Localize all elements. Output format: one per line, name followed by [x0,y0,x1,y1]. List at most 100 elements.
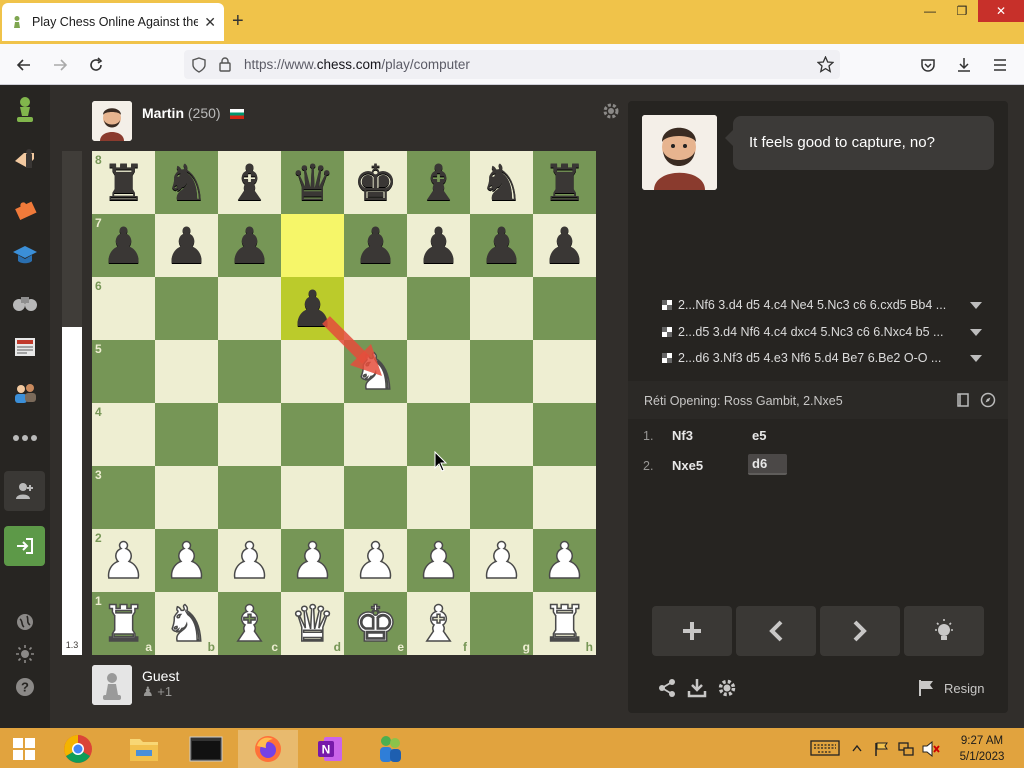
square-g4[interactable] [470,403,533,466]
news-icon[interactable] [10,332,40,362]
square-d8[interactable]: ♛ [281,151,344,214]
firefox-taskbar-icon[interactable] [238,730,298,768]
square-a7[interactable]: 7 ♟ [92,214,155,277]
suggestion-line-2[interactable]: 2...d5 3.d4 Nf6 4.c4 dxc4 5.Nc3 c6 6.Nxc… [662,321,982,343]
white-pawn-icon[interactable]: ♟ [218,529,281,592]
square-f6[interactable] [407,277,470,340]
square-b2[interactable]: ♟ [155,529,218,592]
social-people-icon[interactable] [10,378,40,408]
square-b3[interactable] [155,466,218,529]
black-pawn-icon[interactable]: ♟ [533,214,596,277]
suggestion-line-1[interactable]: 2...Nf6 3.d4 d5 4.c4 Ne4 5.Nc3 c6 6.cxd5… [662,294,982,316]
square-e1[interactable]: e ♚ [344,592,407,655]
puzzles-icon[interactable] [10,193,40,223]
square-d1[interactable]: d ♛ [281,592,344,655]
square-a6[interactable]: 6 [92,277,155,340]
square-b1[interactable]: b ♞ [155,592,218,655]
log-in-button[interactable] [4,526,45,566]
volume-muted-icon[interactable] [922,741,940,757]
opening-name[interactable]: Réti Opening: Ross Gambit, 2.Nxe5 [644,394,843,408]
settings-gear-icon[interactable] [717,678,737,698]
network-icon[interactable] [898,741,914,757]
square-d6[interactable]: ♟ [281,277,344,340]
white-pawn-icon[interactable]: ♟ [281,529,344,592]
onenote-taskbar-icon[interactable]: N [300,730,360,768]
shield-icon[interactable] [192,57,206,73]
black-pawn-icon[interactable]: ♟ [281,277,344,340]
resign-button[interactable]: Resign [918,679,984,697]
square-b8[interactable]: ♞ [155,151,218,214]
white-pawn-icon[interactable]: ♟ [533,529,596,592]
square-e7[interactable]: ♟ [344,214,407,277]
square-f5[interactable] [407,340,470,403]
square-a1[interactable]: 1 a ♜ [92,592,155,655]
square-f8[interactable]: ♝ [407,151,470,214]
square-d5[interactable] [281,340,344,403]
white-queen-icon[interactable]: ♛ [281,592,344,655]
suggestion-line-3[interactable]: 2...d6 3.Nf3 d5 4.e3 Nf6 5.d4 Be7 6.Be2 … [662,347,982,369]
square-c5[interactable] [218,340,281,403]
square-b5[interactable] [155,340,218,403]
play-hand-icon[interactable] [10,145,40,175]
player-name[interactable]: Guest [142,668,179,684]
move-black[interactable]: e5 [752,428,766,443]
white-rook-icon[interactable]: ♜ [533,592,596,655]
move-white[interactable]: Nxe5 [672,458,703,473]
black-pawn-icon[interactable]: ♟ [344,214,407,277]
white-knight-icon[interactable]: ♞ [155,592,218,655]
square-c3[interactable] [218,466,281,529]
download-pgn-icon[interactable] [687,678,707,698]
browser-tab[interactable]: Play Chess Online Against the C ✕ [2,3,224,41]
watch-binoculars-icon[interactable] [10,287,40,317]
white-king-icon[interactable]: ♚ [344,592,407,655]
lock-icon[interactable] [219,57,231,72]
chevron-up-icon[interactable] [852,744,862,752]
taskbar-clock[interactable]: 9:27 AM 5/1/2023 [954,733,1010,765]
forward-icon[interactable] [47,52,73,78]
black-knight-icon[interactable]: ♞ [155,151,218,214]
square-h6[interactable] [533,277,596,340]
square-h8[interactable]: ♜ [533,151,596,214]
black-pawn-icon[interactable]: ♟ [218,214,281,277]
square-a5[interactable]: 5 [92,340,155,403]
square-e5[interactable]: ♞ [344,340,407,403]
black-pawn-icon[interactable]: ♟ [92,214,155,277]
black-rook-icon[interactable]: ♜ [533,151,596,214]
square-e6[interactable] [344,277,407,340]
close-tab-icon[interactable]: ✕ [204,14,216,31]
square-c8[interactable]: ♝ [218,151,281,214]
square-g1[interactable]: g [470,592,533,655]
square-h3[interactable] [533,466,596,529]
player-avatar[interactable] [92,665,132,705]
square-c2[interactable]: ♟ [218,529,281,592]
help-icon[interactable]: ? [10,672,40,702]
url-bar[interactable]: https://www.chess.com/play/computer [184,50,840,79]
black-pawn-icon[interactable]: ♟ [470,214,533,277]
square-d2[interactable]: ♟ [281,529,344,592]
square-f2[interactable]: ♟ [407,529,470,592]
square-f3[interactable] [407,466,470,529]
restore-icon[interactable]: ❐ [946,0,978,22]
white-knight-icon[interactable]: ♞ [344,340,407,403]
new-game-button[interactable] [652,606,732,656]
square-h1[interactable]: h ♜ [533,592,596,655]
square-g5[interactable] [470,340,533,403]
book-icon[interactable] [955,392,971,408]
white-rook-icon[interactable]: ♜ [92,592,155,655]
black-queen-icon[interactable]: ♛ [281,151,344,214]
square-b7[interactable]: ♟ [155,214,218,277]
bookmark-star-icon[interactable] [817,56,834,73]
menu-icon[interactable] [987,52,1013,78]
square-d3[interactable] [281,466,344,529]
square-c4[interactable] [218,403,281,466]
square-b6[interactable] [155,277,218,340]
square-f1[interactable]: f ♝ [407,592,470,655]
square-c6[interactable] [218,277,281,340]
white-bishop-icon[interactable]: ♝ [407,592,470,655]
square-e2[interactable]: ♟ [344,529,407,592]
square-e8[interactable]: ♚ [344,151,407,214]
reload-icon[interactable] [83,52,109,78]
close-window-icon[interactable]: ✕ [978,0,1024,22]
square-g8[interactable]: ♞ [470,151,533,214]
move-white[interactable]: Nf3 [672,428,693,443]
